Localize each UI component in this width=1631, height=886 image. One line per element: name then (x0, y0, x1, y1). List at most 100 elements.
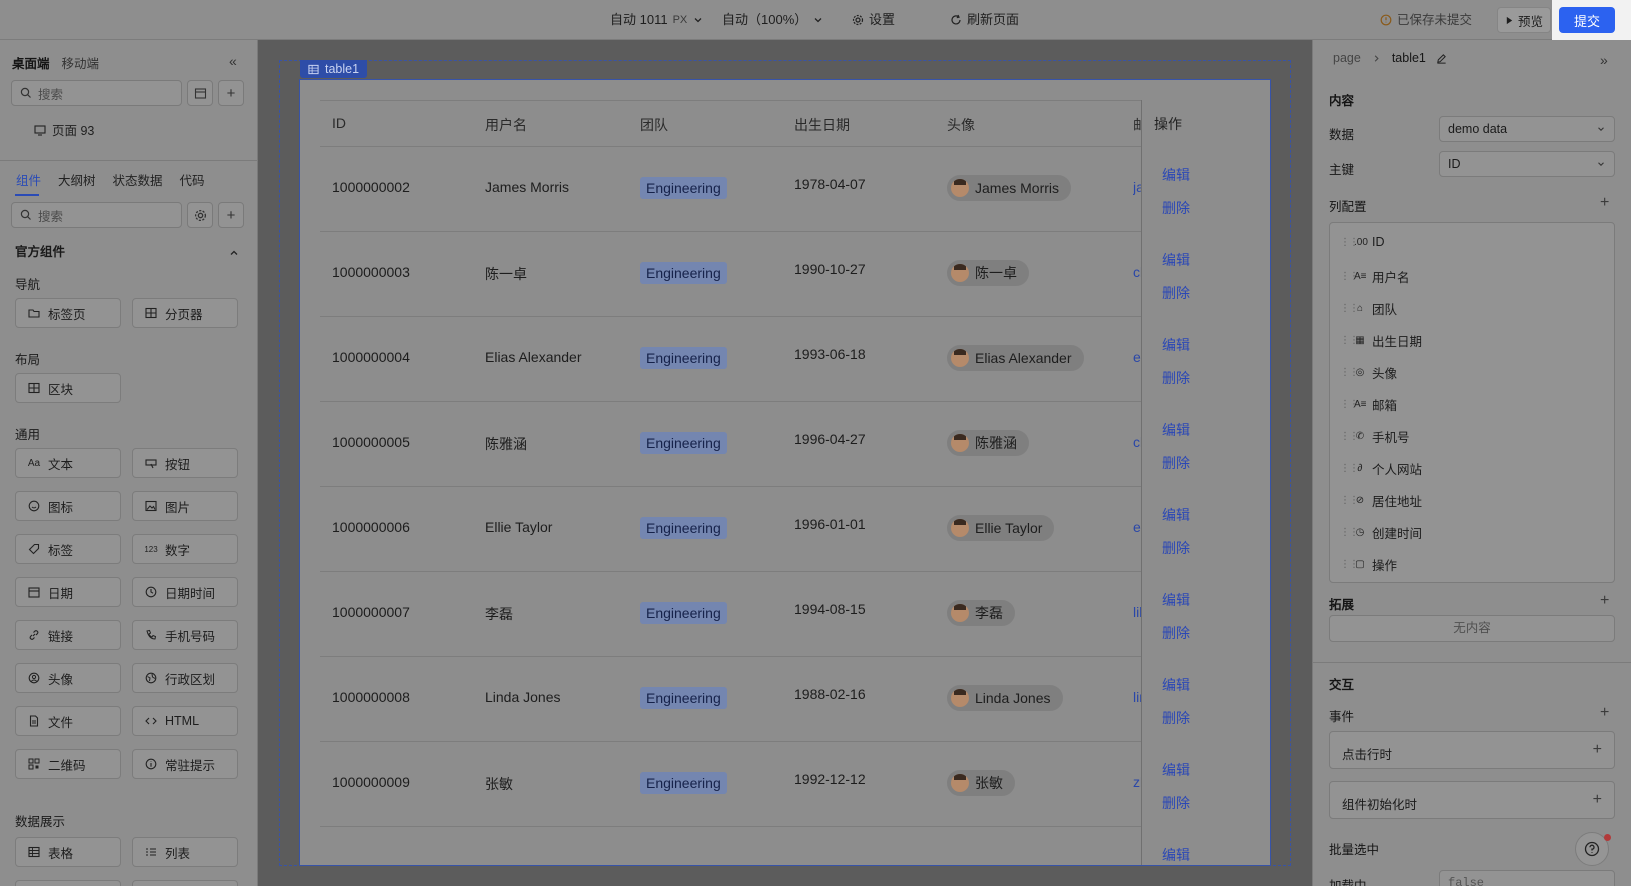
add-column-button[interactable]: + (1600, 195, 1609, 211)
component-list[interactable]: 列表 (132, 837, 238, 867)
component-date[interactable]: 日期 (15, 577, 121, 607)
component-avatar[interactable]: 头像 (15, 663, 121, 693)
event-row-click[interactable]: 点击行时 + (1329, 731, 1615, 769)
column-config-item[interactable]: ⋮⋮ ✆ 手机号 (1340, 427, 1410, 446)
drag-handle-icon[interactable]: ⋮⋮ (1340, 303, 1359, 314)
settings-button[interactable]: 设置 (852, 11, 895, 29)
add-event-button[interactable]: + (1600, 705, 1609, 721)
column-header-username[interactable]: 用户名 (485, 115, 527, 135)
drag-handle-icon[interactable]: ⋮⋮ (1340, 367, 1359, 378)
component-settings-button[interactable] (187, 202, 213, 228)
component-number[interactable]: 123 数字 (132, 534, 238, 564)
add-handler-button[interactable]: + (1593, 791, 1602, 809)
table-component[interactable]: ID 用户名 团队 出生日期 头像 邮 1000000002 James Morr… (299, 79, 1271, 866)
column-config-item[interactable]: ⋮⋮ ◷ 创建时间 (1340, 523, 1422, 542)
event-component-init[interactable]: 组件初始化时 + (1329, 781, 1615, 819)
column-header-team[interactable]: 团队 (640, 115, 668, 135)
page-item[interactable]: 页面 93 (34, 120, 94, 139)
component-qrcode[interactable]: 二维码 (15, 749, 121, 779)
add-page-button[interactable]: + (218, 80, 244, 106)
delete-link[interactable]: 删除 (1162, 793, 1190, 813)
drag-handle-icon[interactable]: ⋮⋮ (1340, 335, 1359, 346)
preview-button[interactable]: 预览 (1497, 7, 1551, 33)
drag-handle-icon[interactable]: ⋮⋮ (1340, 431, 1359, 442)
table-row[interactable]: 1000000004 Elias Alexander Engineering 1993… (320, 317, 1248, 402)
tab-outline[interactable]: 大纲树 (58, 170, 96, 189)
component-more-2[interactable] (132, 880, 238, 886)
chevron-up-icon[interactable] (228, 247, 240, 259)
column-config-item[interactable]: ⋮⋮ .00 ID (1340, 235, 1385, 249)
column-config-item[interactable]: ⋮⋮ A≡ 邮箱 (1340, 395, 1397, 414)
delete-link[interactable]: 删除 (1162, 198, 1190, 218)
column-header-avatar[interactable]: 头像 (947, 115, 975, 135)
column-header-birthdate[interactable]: 出生日期 (794, 115, 850, 135)
component-phone[interactable]: 手机号码 (132, 620, 238, 650)
tab-desktop[interactable]: 桌面端 (12, 53, 50, 72)
edit-link[interactable]: 编辑 (1162, 165, 1190, 185)
add-component-button[interactable]: + (218, 202, 244, 228)
add-handler-button[interactable]: + (1593, 741, 1602, 759)
component-more-1[interactable] (15, 880, 121, 886)
component-file[interactable]: 文件 (15, 706, 121, 736)
add-extend-button[interactable]: + (1600, 593, 1609, 609)
component-block[interactable]: 区块 (15, 373, 121, 403)
column-config-item[interactable]: ⋮⋮ ◎ 头像 (1340, 363, 1397, 382)
component-image[interactable]: 图片 (132, 491, 238, 521)
table-row[interactable]: 1000000005 陈雅涵 Engineering 1996-04-27 陈雅涵 cl (320, 402, 1248, 487)
collapse-right-icon[interactable]: » (1600, 52, 1608, 68)
component-tabs[interactable]: 标签页 (15, 298, 121, 328)
drag-handle-icon[interactable]: ⋮⋮ (1340, 495, 1359, 506)
tab-code[interactable]: 代码 (180, 170, 205, 189)
zoom-dropdown[interactable]: 自动（100%） (722, 11, 824, 29)
drag-handle-icon[interactable]: ⋮⋮ (1340, 271, 1359, 282)
data-source-select[interactable]: demo data (1439, 116, 1615, 142)
table-row[interactable]: 1000000006 Ellie Taylor Engineering 1996-01… (320, 487, 1248, 572)
table-row[interactable]: 1000000002 James Morris Engineering 1978-04… (320, 147, 1248, 232)
delete-link[interactable]: 删除 (1162, 368, 1190, 388)
drag-handle-icon[interactable]: ⋮⋮ (1340, 559, 1359, 570)
component-datetime[interactable]: 日期时间 (132, 577, 238, 607)
component-table[interactable]: 表格 (15, 837, 121, 867)
component-html[interactable]: HTML (132, 706, 238, 736)
primary-key-select[interactable]: ID (1439, 151, 1615, 177)
loading-input[interactable]: false (1439, 870, 1615, 886)
official-components-title[interactable]: 官方组件 (15, 241, 65, 260)
collapse-left-icon[interactable]: « (229, 54, 243, 68)
delete-link[interactable]: 删除 (1162, 538, 1190, 558)
component-text[interactable]: Aa 文本 (15, 448, 121, 478)
tab-components[interactable]: 组件 (16, 170, 41, 189)
column-config-item[interactable]: ⋮⋮ ⌂ 团队 (1340, 299, 1397, 318)
component-icon[interactable]: 图标 (15, 491, 121, 521)
column-config-item[interactable]: ⋮⋮ ⊘ 居住地址 (1340, 491, 1422, 510)
component-button[interactable]: 按钮 (132, 448, 238, 478)
delete-link[interactable]: 删除 (1162, 623, 1190, 643)
edit-link[interactable]: 编辑 (1162, 335, 1190, 355)
delete-link[interactable]: 删除 (1162, 708, 1190, 728)
submit-button[interactable]: 提交 (1559, 7, 1615, 33)
column-header-id[interactable]: ID (332, 115, 346, 131)
component-notice[interactable]: 常驻提示 (132, 749, 238, 779)
column-config-item[interactable]: ⋮⋮ ▦ 出生日期 (1340, 331, 1422, 350)
table-row[interactable]: 1000000007 李磊 Engineering 1994-08-15 李磊 lil (320, 572, 1248, 657)
delete-link[interactable]: 删除 (1162, 283, 1190, 303)
component-pager[interactable]: 分页器 (132, 298, 238, 328)
delete-link[interactable]: 删除 (1162, 453, 1190, 473)
column-config-item[interactable]: ⋮⋮ A≡ 用户名 (1340, 267, 1410, 286)
edit-link[interactable]: 编辑 (1162, 590, 1190, 610)
component-region[interactable]: 行政区划 (132, 663, 238, 693)
component-tag[interactable]: 标签 (15, 534, 121, 564)
drag-handle-icon[interactable]: ⋮⋮ (1340, 237, 1359, 248)
edit-link[interactable]: 编辑 (1162, 845, 1190, 865)
drag-handle-icon[interactable]: ⋮⋮ (1340, 527, 1359, 538)
width-mode-dropdown[interactable]: 自动 1011 PX (610, 11, 704, 29)
page-layout-button[interactable] (187, 80, 213, 106)
component-link[interactable]: 链接 (15, 620, 121, 650)
tab-mobile[interactable]: 移动端 (62, 53, 100, 72)
column-config-item[interactable]: ⋮⋮ ∂ 个人网站 (1340, 459, 1422, 478)
edit-link[interactable]: 编辑 (1162, 760, 1190, 780)
drag-handle-icon[interactable]: ⋮⋮ (1340, 463, 1359, 474)
refresh-page-button[interactable]: 刷新页面 (950, 11, 1019, 29)
breadcrumb-page[interactable]: page (1333, 51, 1361, 65)
column-config-item[interactable]: ⋮⋮ ▢ 操作 (1340, 555, 1397, 574)
component-tag-label[interactable]: table1 (300, 60, 368, 78)
